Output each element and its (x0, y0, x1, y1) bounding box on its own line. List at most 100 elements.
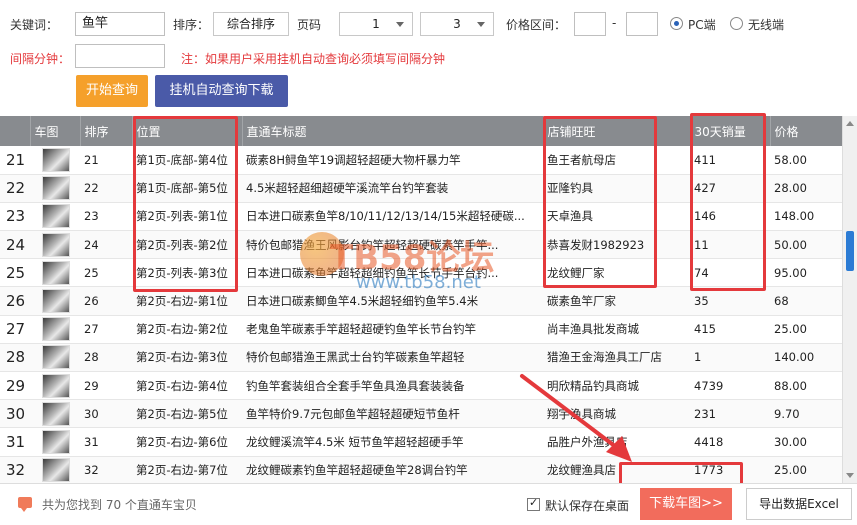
table-row[interactable]: 30 30 第2页-右边-第5位 鱼竿特价9.7元包邮鱼竿超轻超硬短节鱼杆 翔宇渔具商城… (0, 399, 842, 429)
row-shop: 尚丰渔具批发商城 (543, 315, 690, 344)
product-image[interactable] (42, 429, 70, 454)
product-thumbnail (30, 202, 80, 232)
product-thumbnail (30, 230, 80, 260)
scroll-up-icon[interactable] (846, 121, 854, 126)
interval-input[interactable] (75, 44, 165, 68)
product-thumbnail (30, 343, 80, 373)
auto-query-download-button[interactable]: 挂机自动查询下载 (155, 75, 288, 107)
row-sales: 231 (690, 399, 770, 429)
row-index: 32 (0, 456, 30, 483)
product-image[interactable] (42, 317, 70, 342)
row-index: 30 (0, 399, 30, 429)
col-header-price[interactable]: 价格 (770, 116, 842, 146)
row-shop: 亚隆钓具 (543, 174, 690, 203)
row-sales: 146 (690, 202, 770, 232)
product-image[interactable] (42, 458, 70, 483)
row-index: 29 (0, 371, 30, 401)
notice-text: 注：如果用户采用挂机自动查询必须填写间隔分钟 (181, 52, 446, 66)
col-header-position[interactable]: 位置 (132, 116, 243, 146)
table-row[interactable]: 32 32 第2页-右边-第7位 龙纹鲤碳素钓鱼竿超轻超硬鱼竿28调台钓竿 龙纹鲤渔具店… (0, 456, 842, 483)
chat-bubble-icon (18, 497, 32, 512)
save-to-desktop-checkbox[interactable] (527, 496, 540, 511)
table-row[interactable]: 29 29 第2页-右边-第4位 钓鱼竿套装组合全套手竿鱼具渔具套装装备 明欣精品钓具商… (0, 371, 842, 401)
row-position: 第2页-右边-第7位 (132, 456, 242, 483)
start-query-button[interactable]: 开始查询 (76, 75, 148, 107)
row-index: 28 (0, 343, 30, 373)
row-title: 鱼竿特价9.7元包邮鱼竿超轻超硬短节鱼杆 (242, 399, 543, 429)
row-position: 第2页-右边-第4位 (132, 371, 242, 401)
product-image[interactable] (42, 401, 70, 426)
row-shop: 龙纹鲤厂家 (543, 258, 690, 288)
row-index: 23 (0, 202, 30, 232)
price-min-input[interactable] (574, 12, 606, 36)
product-image[interactable] (42, 289, 70, 314)
row-index: 26 (0, 286, 30, 316)
product-image[interactable] (42, 147, 70, 172)
row-index: 27 (0, 315, 30, 344)
product-image[interactable] (42, 345, 70, 370)
scrollbar-thumb[interactable] (846, 231, 854, 271)
page-to-select[interactable]: 3 (420, 12, 494, 36)
row-position: 第2页-右边-第2位 (132, 315, 242, 344)
row-title: 日本进口碳素鲫鱼竿4.5米超轻细钓鱼竿5.4米 (242, 286, 543, 316)
row-index: 31 (0, 427, 30, 457)
scroll-down-icon[interactable] (846, 473, 854, 478)
product-image[interactable] (42, 232, 70, 257)
table-row[interactable]: 22 22 第1页-底部-第5位 4.5米超轻超细超硬竿溪流竿台钓竿套装 亚隆钓具 427… (0, 174, 842, 203)
table-row[interactable]: 28 28 第2页-右边-第3位 特价包邮猎渔王黑武士台钓竿碳素鱼竿超轻 猎渔王金海渔具… (0, 343, 842, 373)
col-header-image[interactable]: 车图 (30, 116, 81, 146)
product-thumbnail (30, 146, 80, 175)
table-row[interactable]: 27 27 第2页-右边-第2位 老鬼鱼竿碳素手竿超轻超硬钓鱼竿长节台钓竿 尚丰渔具批发… (0, 315, 842, 344)
col-header-rank[interactable]: 排序 (80, 116, 133, 146)
row-title: 4.5米超轻超细超硬竿溪流竿台钓竿套装 (242, 174, 543, 203)
table-row[interactable]: 24 24 第2页-列表-第2位 特价包邮猎渔王风影台钓竿超轻超硬碳素竿手竿... 恭喜… (0, 230, 842, 260)
product-thumbnail (30, 315, 80, 344)
product-thumbnail (30, 174, 80, 203)
product-image[interactable] (42, 260, 70, 285)
price-label: 价格区间： (506, 18, 567, 32)
table-header-row: 车图 排序 位置 直通车标题 店铺旺旺 30天销量 价格 (0, 116, 842, 146)
row-shop: 鱼王者航母店 (543, 146, 690, 175)
row-title: 特价包邮猎渔王风影台钓竿超轻超硬碳素竿手竿... (242, 230, 543, 260)
row-position: 第2页-右边-第1位 (132, 286, 242, 316)
export-excel-button[interactable]: 导出数据Excel (746, 488, 852, 520)
row-sales: 74 (690, 258, 770, 288)
row-price: 50.00 (770, 230, 842, 260)
col-header-title[interactable]: 直通车标题 (242, 116, 544, 146)
row-sales: 411 (690, 146, 770, 175)
price-max-input[interactable] (626, 12, 658, 36)
radio-wireless[interactable] (730, 17, 743, 30)
row-shop: 恭喜发财1982923 (543, 230, 690, 260)
row-title: 日本进口碳素鱼竿超轻超细钓鱼竿长节手竿台钓... (242, 258, 543, 288)
col-header-shop[interactable]: 店铺旺旺 (543, 116, 691, 146)
row-price: 9.70 (770, 399, 842, 429)
row-rank: 21 (80, 146, 132, 175)
radio-pc[interactable] (670, 17, 683, 30)
col-header-sales[interactable]: 30天销量 (690, 116, 771, 146)
table-row[interactable]: 31 31 第2页-右边-第6位 龙纹鲤溪流竿4.5米 短节鱼竿超轻超硬手竿 品胜户外渔… (0, 427, 842, 457)
row-rank: 28 (80, 343, 132, 373)
row-position: 第2页-右边-第3位 (132, 343, 242, 373)
product-image[interactable] (42, 176, 70, 201)
row-price: 28.00 (770, 174, 842, 203)
table-row[interactable]: 23 23 第2页-列表-第1位 日本进口碳素鱼竿8/10/11/12/13/14/1… (0, 202, 842, 232)
table-row[interactable]: 25 25 第2页-列表-第3位 日本进口碳素鱼竿超轻超细钓鱼竿长节手竿台钓... 龙纹… (0, 258, 842, 288)
results-table-container: 车图 排序 位置 直通车标题 店铺旺旺 30天销量 价格 21 21 第1页-底部-… (0, 116, 842, 483)
page-from-select[interactable]: 1 (339, 12, 413, 36)
product-thumbnail (30, 456, 80, 483)
download-images-button[interactable]: 下载车图>> (640, 488, 732, 520)
row-title: 老鬼鱼竿碳素手竿超轻超硬钓鱼竿长节台钓竿 (242, 315, 543, 344)
table-row[interactable]: 21 21 第1页-底部-第4位 碳素8H鲟鱼竿19调超轻超硬大物杆暴力竿 鱼王者航母店… (0, 146, 842, 175)
page-from-value: 1 (372, 17, 380, 31)
row-position: 第2页-列表-第3位 (132, 258, 242, 288)
chevron-down-icon (396, 22, 404, 27)
keyword-input[interactable]: 鱼竿 (75, 12, 165, 36)
product-image[interactable] (42, 373, 70, 398)
results-table: 车图 排序 位置 直通车标题 店铺旺旺 30天销量 价格 21 21 第1页-底部-… (0, 116, 842, 483)
row-rank: 29 (80, 371, 132, 401)
table-scrollbar[interactable] (842, 116, 857, 483)
table-row[interactable]: 26 26 第2页-右边-第1位 日本进口碳素鲫鱼竿4.5米超轻细钓鱼竿5.4米 碳素鱼… (0, 286, 842, 316)
product-image[interactable] (42, 204, 70, 229)
save-to-desktop-label: 默认保存在桌面 (545, 499, 630, 513)
sort-select[interactable]: 综合排序 (213, 12, 289, 36)
